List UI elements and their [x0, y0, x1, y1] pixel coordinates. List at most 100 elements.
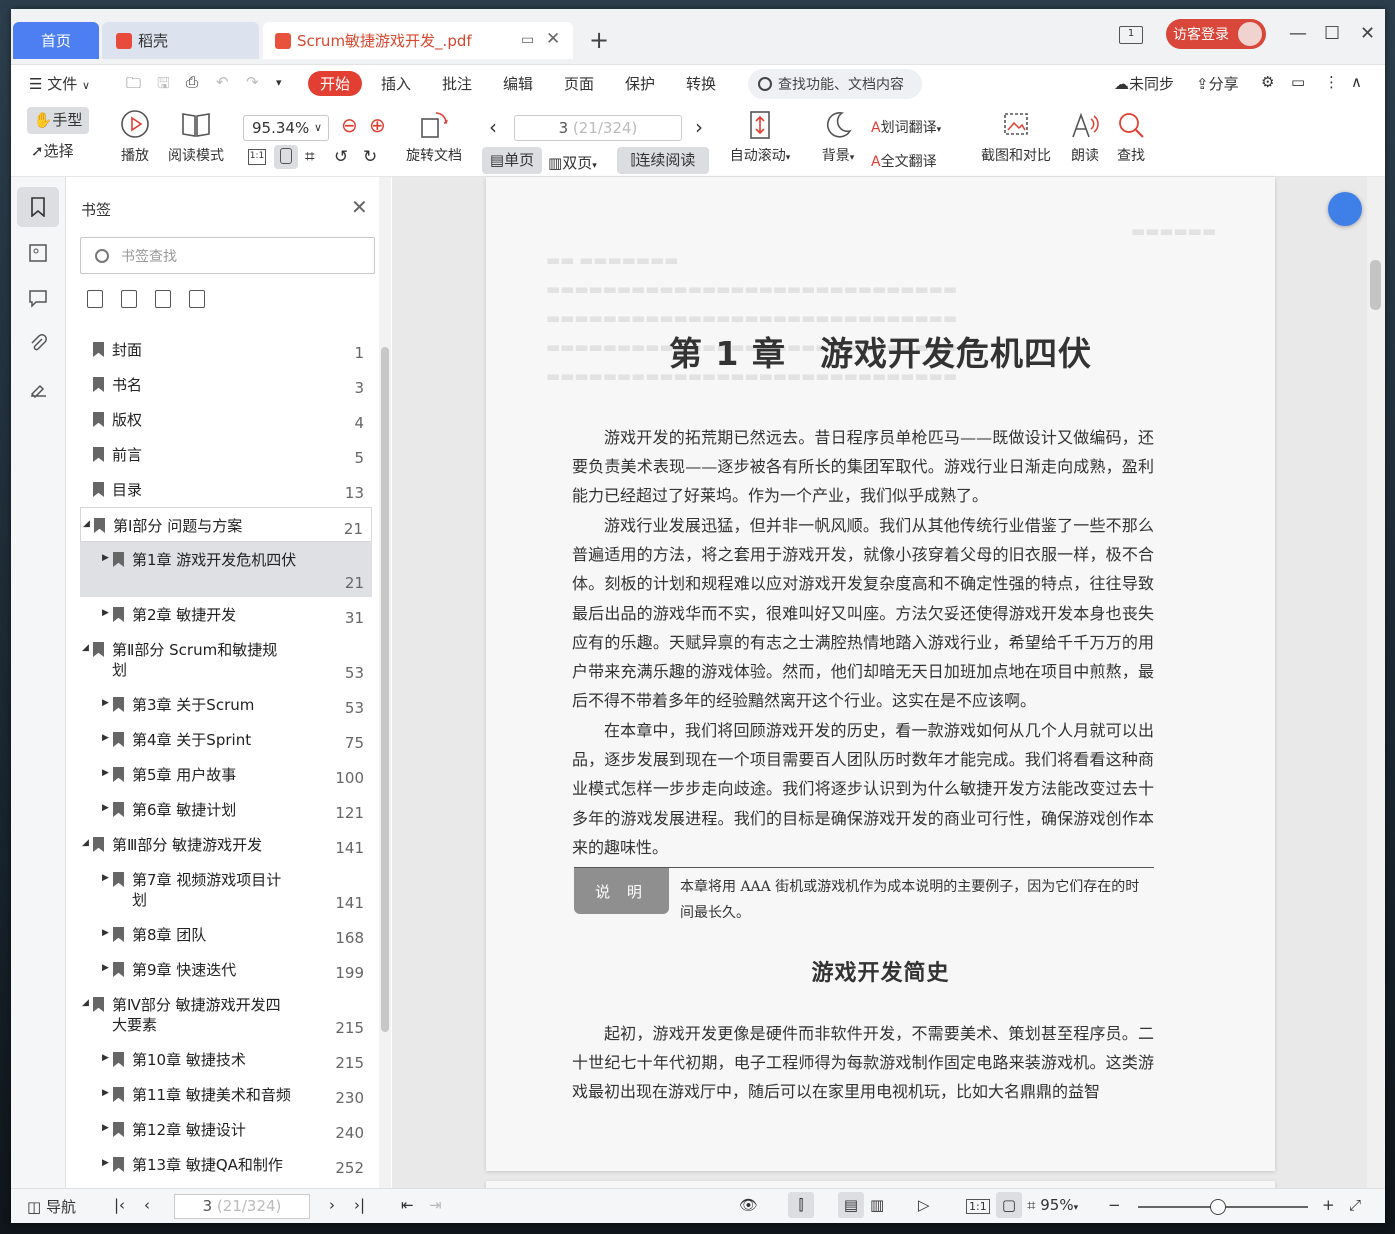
bookmark-scrollbar[interactable] [379, 177, 391, 1188]
bookmark-item[interactable]: ▶ 第8章 团队 168 [80, 917, 372, 952]
bookmark-item[interactable]: ◢ 第Ⅲ部分 敏捷游戏开发 141 [80, 827, 372, 862]
new-tab-button[interactable]: + [589, 27, 609, 53]
collapse-arrow-icon[interactable]: ◢ [82, 643, 89, 653]
back-icon[interactable]: ⇤ [401, 1196, 414, 1214]
play-icon[interactable]: ▷ [918, 1196, 930, 1214]
bookmark-item[interactable]: ▶ 第6章 敏捷计划 121 [80, 792, 372, 827]
zoom-in-icon[interactable]: ⊕ [369, 113, 386, 137]
actual-size-icon[interactable]: 1:1 [966, 1199, 990, 1214]
bookmark-item[interactable]: ▶ 第12章 敏捷设计 240 [80, 1112, 372, 1147]
bookmark-item[interactable]: ▶ 第4章 关于Sprint 75 [80, 722, 372, 757]
zoom-dropdown[interactable]: ⌗ 95%▾ [1027, 1196, 1078, 1214]
menu-insert[interactable]: 插入 [381, 73, 411, 94]
add-bookmark-icon[interactable] [155, 290, 171, 308]
single-page-mode-icon[interactable]: ▤ [838, 1192, 864, 1218]
expand-arrow-icon[interactable]: ▶ [102, 553, 109, 563]
expand-arrow-icon[interactable]: ▶ [102, 698, 109, 708]
eye-protect-icon[interactable]: 👁 [739, 1196, 758, 1214]
window-count-icon[interactable]: 1 [1119, 26, 1143, 44]
menu-page[interactable]: 页面 [564, 73, 594, 94]
bookmark-item[interactable]: 书名 3 [80, 367, 372, 402]
zoom-out-icon[interactable]: ⊖ [341, 113, 358, 137]
full-translate-button[interactable]: A全文翻译 [871, 151, 937, 171]
comment-icon[interactable]: ▭ [1291, 73, 1305, 91]
bookmark-item[interactable]: 封面 1 [80, 332, 372, 367]
expand-arrow-icon[interactable]: ▶ [102, 608, 109, 618]
continuous-read-button[interactable]: ⫿连续阅读 [617, 147, 709, 174]
double-page-mode-icon[interactable]: ▥ [870, 1196, 884, 1214]
zoom-slider-knob[interactable] [1210, 1199, 1226, 1215]
undo-icon[interactable]: ↶ [216, 73, 229, 91]
expand-arrow-icon[interactable]: ▶ [102, 1158, 109, 1168]
continuous-mode-icon[interactable]: ⫿ [788, 1192, 814, 1218]
bookmark-item[interactable]: ▶ 第9章 快速迭代 199 [80, 952, 372, 987]
collapse-ribbon-icon[interactable]: ∧ [1351, 73, 1362, 91]
bookmark-item[interactable]: 版权 4 [80, 402, 372, 437]
attachment-icon[interactable] [17, 323, 59, 363]
collapse-arrow-icon[interactable]: ◢ [82, 838, 89, 848]
close-tab-icon[interactable]: ✕ [546, 29, 560, 49]
save-icon[interactable]: 🖫 [157, 73, 170, 98]
collapse-arrow-icon[interactable]: ◢ [83, 519, 90, 529]
zoom-out-icon[interactable]: − [1108, 1196, 1121, 1214]
navigation-toggle[interactable]: ◫ 导航 [27, 1196, 76, 1217]
zoom-slider[interactable] [1138, 1199, 1308, 1215]
remove-bookmark-icon[interactable] [189, 290, 205, 308]
menu-edit[interactable]: 编辑 [503, 73, 533, 94]
tab-document[interactable]: Scrum敏捷游戏开发_.pdf ▭ ✕ [263, 22, 573, 59]
document-scrollbar-thumb[interactable] [1370, 260, 1381, 310]
signature-icon[interactable] [17, 368, 59, 408]
expand-arrow-icon[interactable]: ▶ [102, 733, 109, 743]
zoom-in-icon[interactable]: + [1322, 1196, 1335, 1214]
next-page-icon[interactable]: › [329, 1196, 335, 1214]
more-quick-icon[interactable]: ▾ [276, 76, 282, 89]
expand-arrow-icon[interactable]: ▶ [102, 768, 109, 778]
bookmark-item[interactable]: ▶ 第3章 关于Scrum 53 [80, 687, 372, 722]
minimize-icon[interactable]: — [1289, 23, 1307, 44]
sync-status[interactable]: ☁未同步 [1114, 73, 1174, 94]
rotate-left-icon[interactable]: ↺ [334, 147, 348, 167]
collapse-all-icon[interactable] [121, 290, 137, 308]
zoom-select[interactable]: 95.34% ∨ [243, 115, 329, 141]
expand-arrow-icon[interactable]: ▶ [102, 1123, 109, 1133]
find-button[interactable]: 查找 [1113, 109, 1149, 165]
bookmark-item[interactable]: ◢ 第Ⅱ部分 Scrum和敏捷规划 53 [80, 632, 372, 687]
expand-all-icon[interactable] [87, 290, 103, 308]
menu-protect[interactable]: 保护 [625, 73, 655, 94]
function-search[interactable]: 查找功能、文档内容 [748, 69, 922, 99]
menu-convert[interactable]: 转换 [686, 73, 716, 94]
expand-arrow-icon[interactable]: ▶ [102, 803, 109, 813]
screenshot-compare-button[interactable]: 截图和对比 [977, 109, 1055, 165]
float-convert-icon[interactable] [1328, 192, 1362, 226]
bookmark-item[interactable]: ▶ 第13章 敏捷QA和制作 252 [80, 1147, 372, 1182]
expand-arrow-icon[interactable]: ▶ [102, 963, 109, 973]
document-scrollbar[interactable] [1367, 177, 1385, 1188]
prev-page-icon[interactable]: ‹ [144, 1196, 150, 1214]
bookmark-item[interactable]: ▶ 第5章 用户故事 100 [80, 757, 372, 792]
bookmark-item[interactable]: ◢ 第Ⅰ部分 问题与方案 21 [80, 507, 372, 542]
hand-tool[interactable]: ✋手型 [27, 107, 89, 134]
bookmark-item[interactable]: 目录 13 [80, 472, 372, 507]
bookmark-search-input[interactable]: 书签查找 [80, 237, 375, 274]
next-page-icon[interactable]: › [695, 115, 703, 139]
select-tool[interactable]: ➚选择 [31, 140, 74, 161]
file-menu[interactable]: ☰ 文件 ∨ [29, 73, 90, 94]
fullscreen-icon[interactable]: ⤢ [1349, 1196, 1361, 1214]
menu-start[interactable]: 开始 [308, 71, 363, 96]
visitor-login-button[interactable]: 访客登录 [1166, 19, 1266, 49]
redo-icon[interactable]: ↷ [246, 73, 259, 91]
play-button[interactable]: 播放 [117, 109, 153, 165]
expand-arrow-icon[interactable]: ▶ [102, 873, 109, 883]
status-page-input[interactable]: 3 (21/324) [174, 1194, 310, 1219]
fit-width-icon[interactable]: ⌗ [305, 147, 315, 167]
expand-arrow-icon[interactable]: ▶ [102, 1053, 109, 1063]
expand-arrow-icon[interactable]: ▶ [102, 1088, 109, 1098]
maximize-icon[interactable]: ☐ [1324, 23, 1340, 44]
page-number-input[interactable]: 3 (21/324) [514, 115, 682, 141]
single-page-button[interactable]: ▤单页 [482, 147, 542, 174]
settings-icon[interactable]: ⚙ [1261, 73, 1274, 91]
fit-page-icon[interactable] [274, 145, 298, 169]
menu-annotate[interactable]: 批注 [442, 73, 472, 94]
bookmark-item[interactable]: ▶ 第10章 敏捷技术 215 [80, 1042, 372, 1077]
bookmark-item[interactable]: 前言 5 [80, 437, 372, 472]
